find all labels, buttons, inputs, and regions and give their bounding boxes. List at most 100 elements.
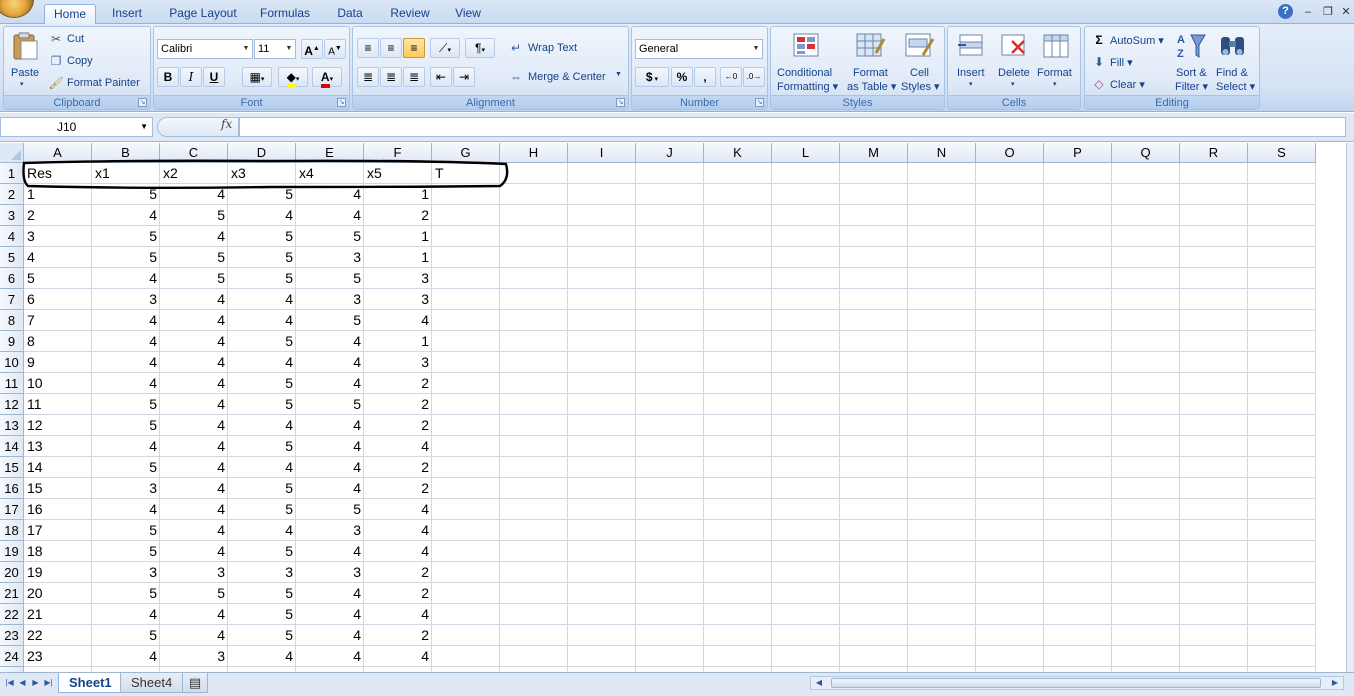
- cell-f3[interactable]: 2: [364, 205, 432, 226]
- cell-c22[interactable]: 4: [160, 604, 228, 625]
- row-header-13[interactable]: 13: [0, 415, 24, 436]
- cell-b11[interactable]: 4: [92, 373, 160, 394]
- cell-e14[interactable]: 4: [296, 436, 364, 457]
- column-header-p[interactable]: P: [1044, 143, 1112, 163]
- spreadsheet-grid[interactable]: ABCDEFGHIJKLMNOPQRS 1 2 3 4 5 6 7 8 9 10 11 12 13 14 1…: [0, 143, 1346, 672]
- column-header-r[interactable]: R: [1180, 143, 1248, 163]
- column-header-k[interactable]: K: [704, 143, 772, 163]
- format-painter-button[interactable]: Format Painter: [67, 77, 140, 89]
- column-header-i[interactable]: I: [568, 143, 636, 163]
- percent-button[interactable]: %: [671, 67, 693, 87]
- row-header-23[interactable]: 23: [0, 625, 24, 646]
- grow-font-button[interactable]: A▲: [301, 39, 323, 59]
- row-header-20[interactable]: 20: [0, 562, 24, 583]
- cell-f23[interactable]: 2: [364, 625, 432, 646]
- cell-e6[interactable]: 5: [296, 268, 364, 289]
- cell-f18[interactable]: 4: [364, 520, 432, 541]
- fill-button[interactable]: Fill ▾: [1110, 56, 1133, 69]
- select-all-button[interactable]: [0, 143, 24, 163]
- cell-e12[interactable]: 5: [296, 394, 364, 415]
- text-direction-button[interactable]: ¶▾: [465, 38, 495, 58]
- insert-sheet-button[interactable]: ▤: [182, 673, 208, 693]
- cell-a10[interactable]: 9: [24, 352, 92, 373]
- cell-b23[interactable]: 5: [92, 625, 160, 646]
- cell-a13[interactable]: 12: [24, 415, 92, 436]
- align-right-button[interactable]: ≣: [403, 67, 425, 87]
- cell-f4[interactable]: 1: [364, 226, 432, 247]
- row-header-5[interactable]: 5: [0, 247, 24, 268]
- row-header-24[interactable]: 24: [0, 646, 24, 667]
- cell-a22[interactable]: 21: [24, 604, 92, 625]
- cell-a23[interactable]: 22: [24, 625, 92, 646]
- cell-a17[interactable]: 16: [24, 499, 92, 520]
- cell-e3[interactable]: 4: [296, 205, 364, 226]
- cell-c17[interactable]: 4: [160, 499, 228, 520]
- cell-c19[interactable]: 4: [160, 541, 228, 562]
- row-header-9[interactable]: 9: [0, 331, 24, 352]
- conditional-formatting-button[interactable]: Conditional: [777, 67, 832, 79]
- cell-a20[interactable]: 19: [24, 562, 92, 583]
- format-as-table-button-line2[interactable]: as Table ▾: [847, 80, 896, 93]
- row-header-4[interactable]: 4: [0, 226, 24, 247]
- copy-icon[interactable]: ❐: [48, 53, 64, 69]
- align-center-button[interactable]: ≣: [380, 67, 402, 87]
- cell-e24[interactable]: 4: [296, 646, 364, 667]
- cell-f14[interactable]: 4: [364, 436, 432, 457]
- cell-c13[interactable]: 4: [160, 415, 228, 436]
- cell-c1[interactable]: x2: [160, 163, 228, 184]
- column-header-l[interactable]: L: [772, 143, 840, 163]
- cell-d20[interactable]: 3: [228, 562, 296, 583]
- delete-cells-icon[interactable]: [998, 31, 1030, 61]
- currency-button[interactable]: $ ▾: [635, 67, 669, 87]
- bold-button[interactable]: B: [157, 67, 179, 87]
- cell-c8[interactable]: 4: [160, 310, 228, 331]
- cell-b12[interactable]: 5: [92, 394, 160, 415]
- conditional-formatting-icon[interactable]: [791, 31, 823, 61]
- cell-a3[interactable]: 2: [24, 205, 92, 226]
- cell-c15[interactable]: 4: [160, 457, 228, 478]
- row-header-21[interactable]: 21: [0, 583, 24, 604]
- row-header-19[interactable]: 19: [0, 541, 24, 562]
- align-top-button[interactable]: ≡: [357, 38, 379, 58]
- cell-f8[interactable]: 4: [364, 310, 432, 331]
- cell-b7[interactable]: 3: [92, 289, 160, 310]
- column-header-d[interactable]: D: [228, 143, 296, 163]
- cell-e19[interactable]: 4: [296, 541, 364, 562]
- italic-button[interactable]: I: [180, 67, 202, 87]
- insert-function-icon[interactable]: fx: [221, 117, 232, 131]
- cell-f9[interactable]: 1: [364, 331, 432, 352]
- cell-f21[interactable]: 2: [364, 583, 432, 604]
- column-header-c[interactable]: C: [160, 143, 228, 163]
- conditional-formatting-button-line2[interactable]: Formatting ▾: [777, 80, 838, 93]
- find-select-button-line2[interactable]: Select ▾: [1216, 80, 1255, 93]
- row-header-22[interactable]: 22: [0, 604, 24, 625]
- cell-a1[interactable]: Res: [24, 163, 92, 184]
- cell-d8[interactable]: 4: [228, 310, 296, 331]
- cell-b20[interactable]: 3: [92, 562, 160, 583]
- format-cells-icon[interactable]: [1040, 31, 1072, 61]
- column-header-m[interactable]: M: [840, 143, 908, 163]
- help-icon[interactable]: ?: [1278, 4, 1293, 19]
- cell-a14[interactable]: 13: [24, 436, 92, 457]
- tab-formulas[interactable]: Formulas: [254, 4, 316, 24]
- cell-f6[interactable]: 3: [364, 268, 432, 289]
- horizontal-scrollbar[interactable]: ◀ ▶: [810, 676, 1344, 690]
- cell-a24[interactable]: 23: [24, 646, 92, 667]
- align-bottom-button[interactable]: ≡: [403, 38, 425, 58]
- cell-a7[interactable]: 6: [24, 289, 92, 310]
- tab-view[interactable]: View: [448, 4, 488, 24]
- cell-e16[interactable]: 4: [296, 478, 364, 499]
- cell-f24[interactable]: 4: [364, 646, 432, 667]
- cell-b9[interactable]: 4: [92, 331, 160, 352]
- insert-button[interactable]: Insert: [957, 67, 985, 79]
- cell-b5[interactable]: 5: [92, 247, 160, 268]
- tab-home[interactable]: Home: [44, 4, 96, 25]
- chevron-down-icon[interactable]: ▾: [1011, 80, 1015, 88]
- formula-input[interactable]: [239, 117, 1346, 137]
- cell-b17[interactable]: 4: [92, 499, 160, 520]
- find-select-button[interactable]: Find &: [1216, 67, 1248, 79]
- cell-d14[interactable]: 5: [228, 436, 296, 457]
- shrink-font-button[interactable]: A▼: [324, 39, 346, 59]
- number-launcher-icon[interactable]: ↘: [755, 98, 764, 107]
- clear-button[interactable]: Clear ▾: [1110, 78, 1145, 91]
